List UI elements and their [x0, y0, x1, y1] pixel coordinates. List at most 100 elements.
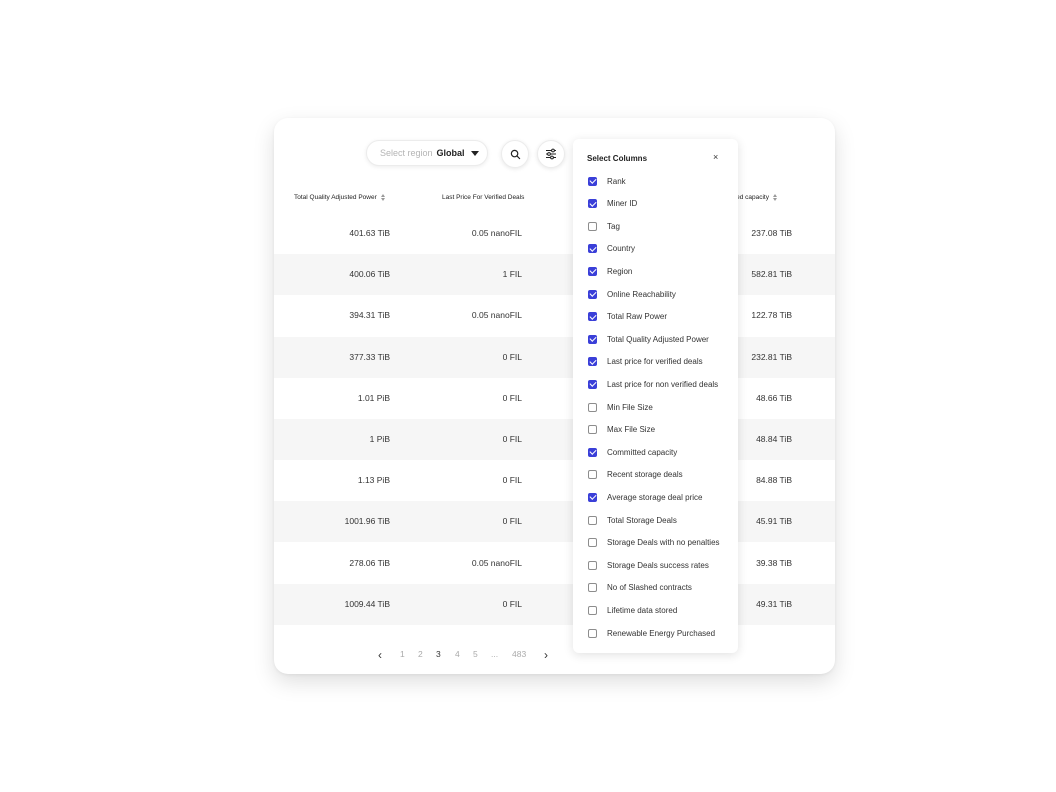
column-option[interactable]: Tag — [588, 220, 620, 232]
prev-page-button[interactable]: ‹ — [378, 648, 382, 662]
cell-last-price-verified: 0.05 nanoFIL — [471, 228, 522, 238]
cell-committed-capacity: 582.81 TiB — [751, 269, 792, 280]
page-5[interactable]: 5 — [473, 649, 478, 659]
table-row[interactable]: 1 PiB 0 FIL 48.84 TiB — [274, 419, 835, 460]
column-checkbox[interactable] — [588, 515, 597, 525]
column-checkbox[interactable] — [588, 402, 597, 412]
cell-last-price-verified: 1 FIL — [502, 269, 522, 280]
column-option[interactable]: Last price for non verified deals — [588, 378, 718, 390]
column-checkbox[interactable] — [588, 221, 597, 231]
column-option[interactable]: Country — [588, 243, 635, 255]
column-option[interactable]: Region — [588, 265, 632, 277]
column-option[interactable]: Committed capacity — [588, 446, 677, 458]
column-option[interactable]: Total Quality Adjusted Power — [588, 333, 709, 345]
region-select[interactable]: Select region Global — [366, 140, 488, 166]
column-option[interactable]: Storage Deals with no penalties — [588, 537, 720, 549]
header-total-quality-adjusted-power[interactable]: Total Quality Adjusted Power — [294, 194, 385, 201]
column-filter-button[interactable] — [537, 140, 565, 168]
next-page-button[interactable]: › — [544, 648, 548, 662]
column-option-label: Tag — [607, 221, 620, 231]
column-option-label: Renewable Energy Purchased — [607, 628, 716, 638]
column-checkbox[interactable] — [588, 199, 597, 209]
search-button[interactable] — [501, 140, 529, 168]
cell-last-price-verified: 0 FIL — [502, 475, 522, 486]
table-row[interactable]: 377.33 TiB 0 FIL 232.81 TiB — [274, 336, 835, 378]
column-option[interactable]: Last price for verified deals — [588, 356, 703, 368]
column-option[interactable]: Total Storage Deals — [588, 514, 677, 526]
column-checkbox[interactable] — [588, 538, 597, 548]
column-checkbox[interactable] — [588, 447, 597, 457]
column-option[interactable]: No of Slashed contracts — [588, 582, 692, 594]
page-4[interactable]: 4 — [455, 649, 460, 659]
cell-quality-adjusted-power: 278.06 TiB — [349, 557, 390, 568]
table-row[interactable]: 1.01 PiB 0 FIL 48.66 TiB — [274, 378, 835, 419]
column-option[interactable]: Lifetime data stored — [588, 604, 677, 616]
table-row[interactable]: 400.06 TiB 1 FIL 582.81 TiB — [274, 254, 835, 296]
column-option-label: Storage Deals success rates — [607, 560, 709, 570]
column-checkbox[interactable] — [588, 560, 597, 570]
column-checkbox[interactable] — [588, 425, 597, 435]
cell-last-price-verified: 0 FIL — [502, 598, 522, 609]
column-option-label: Min File Size — [607, 402, 653, 412]
column-option[interactable]: Min File Size — [588, 401, 653, 413]
cell-committed-capacity: 84.88 TiB — [756, 475, 792, 486]
column-checkbox[interactable] — [588, 244, 597, 254]
column-checkbox[interactable] — [588, 492, 597, 502]
column-option-label: Storage Deals with no penalties — [607, 538, 720, 548]
column-checkbox[interactable] — [588, 357, 597, 367]
cell-committed-capacity: 39.38 TiB — [756, 557, 792, 568]
header-label: Total Quality Adjusted Power — [294, 194, 377, 201]
cell-quality-adjusted-power: 1001.96 TiB — [344, 516, 390, 527]
page-1[interactable]: 1 — [400, 649, 405, 659]
column-checkbox[interactable] — [588, 176, 597, 186]
cell-committed-capacity: 49.31 TiB — [756, 598, 792, 609]
column-option[interactable]: Total Raw Power — [588, 311, 667, 323]
pagination: ‹ 1 2 3 4 5 ... 483 › — [274, 644, 835, 668]
chevron-down-icon — [470, 150, 479, 156]
column-option[interactable]: Max File Size — [588, 424, 655, 436]
column-option[interactable]: Online Reachability — [588, 288, 676, 300]
column-option[interactable]: Storage Deals success rates — [588, 559, 709, 571]
cell-quality-adjusted-power: 1 PiB — [369, 434, 390, 444]
column-checkbox[interactable] — [588, 605, 597, 615]
column-checkbox[interactable] — [588, 289, 597, 299]
table-row[interactable]: 1001.96 TiB 0 FIL 45.91 TiB — [274, 501, 835, 543]
table-row[interactable]: 1009.44 TiB 0 FIL 49.31 TiB — [274, 583, 835, 625]
column-option[interactable]: Renewable Energy Purchased — [588, 627, 715, 639]
page-ellipsis: ... — [491, 649, 499, 659]
sliders-icon — [546, 148, 556, 160]
table-row[interactable]: 401.63 TiB 0.05 nanoFIL 237.08 TiB — [274, 213, 835, 254]
column-option[interactable]: Recent storage deals — [588, 469, 683, 481]
cell-quality-adjusted-power: 394.31 TiB — [349, 310, 390, 321]
page-last[interactable]: 483 — [512, 649, 526, 659]
column-option[interactable]: Average storage deal price — [588, 491, 702, 503]
column-option-label: Total Quality Adjusted Power — [607, 334, 709, 344]
column-option[interactable]: Rank — [588, 175, 626, 187]
column-checkbox[interactable] — [588, 583, 597, 593]
close-icon[interactable]: × — [713, 152, 718, 162]
table-row[interactable]: 278.06 TiB 0.05 nanoFIL 39.38 TiB — [274, 543, 835, 584]
column-option-label: Rank — [607, 176, 626, 186]
cell-committed-capacity: 45.91 TiB — [756, 516, 792, 527]
column-checkbox[interactable] — [588, 334, 597, 344]
column-selector-title: Select Columns — [587, 154, 648, 163]
cell-quality-adjusted-power: 1.13 PiB — [357, 475, 390, 486]
column-checkbox[interactable] — [588, 628, 597, 638]
column-option-label: Last price for verified deals — [607, 357, 703, 367]
column-checkbox[interactable] — [588, 470, 597, 480]
column-option-label: Region — [607, 266, 633, 276]
region-select-placeholder: Select region — [380, 148, 433, 158]
cell-committed-capacity: 48.84 TiB — [756, 434, 792, 444]
table-row[interactable]: 1.13 PiB 0 FIL 84.88 TiB — [274, 460, 835, 501]
column-option[interactable]: Miner ID — [588, 198, 637, 210]
cell-quality-adjusted-power: 401.63 TiB — [349, 228, 390, 238]
column-checkbox[interactable] — [588, 266, 597, 276]
page-3-current[interactable]: 3 — [436, 649, 441, 659]
column-checkbox[interactable] — [588, 312, 597, 322]
cell-last-price-verified: 0 FIL — [502, 516, 522, 527]
header-last-price-verified-deals[interactable]: Last Price For Verified Deals — [442, 194, 524, 201]
cell-committed-capacity: 48.66 TiB — [756, 392, 792, 403]
table-row[interactable]: 394.31 TiB 0.05 nanoFIL 122.78 TiB — [274, 295, 835, 336]
page-2[interactable]: 2 — [418, 649, 423, 659]
column-checkbox[interactable] — [588, 379, 597, 389]
